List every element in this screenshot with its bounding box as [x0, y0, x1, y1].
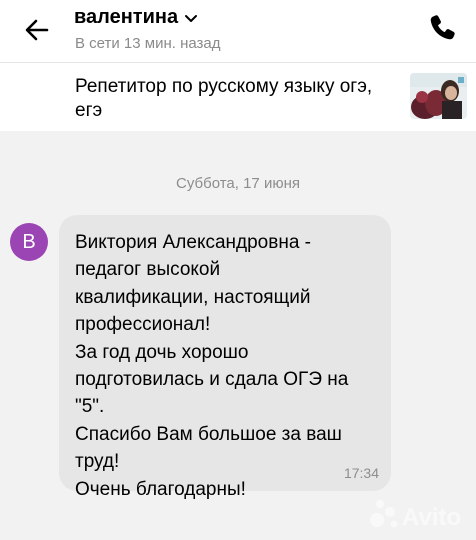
listing-title: Репетитор по русскому языку огэ, егэ — [75, 76, 373, 121]
listing-thumbnail[interactable] — [410, 73, 467, 119]
watermark-text: Avito — [402, 504, 461, 531]
chat-header: валентина В сети 13 мин. назад — [0, 0, 476, 62]
date-separator: Суббота, 17 июня — [176, 175, 300, 192]
back-button[interactable] — [22, 15, 52, 45]
message-bubble[interactable]: Виктория Александровна - педагог высокой… — [59, 215, 391, 500]
online-status: В сети 13 мин. назад — [75, 35, 221, 52]
avatar-letter: В — [22, 231, 36, 253]
arrow-left-icon — [25, 19, 49, 41]
message-text: Виктория Александровна - педагог высокой… — [75, 232, 349, 500]
avatar[interactable]: В — [10, 223, 48, 261]
listing-card[interactable]: Репетитор по русскому языку огэ, егэ — [0, 63, 476, 131]
phone-icon — [430, 15, 455, 40]
chat-area[interactable]: Суббота, 17 июня В Виктория Александровн… — [0, 131, 476, 540]
call-button[interactable] — [426, 12, 458, 44]
contact-name-dropdown[interactable]: валентина — [74, 6, 198, 29]
avito-watermark: Avito — [368, 495, 474, 533]
message-time: 17:34 — [343, 465, 379, 481]
chevron-down-icon — [185, 14, 198, 22]
contact-name: валентина — [74, 6, 179, 28]
